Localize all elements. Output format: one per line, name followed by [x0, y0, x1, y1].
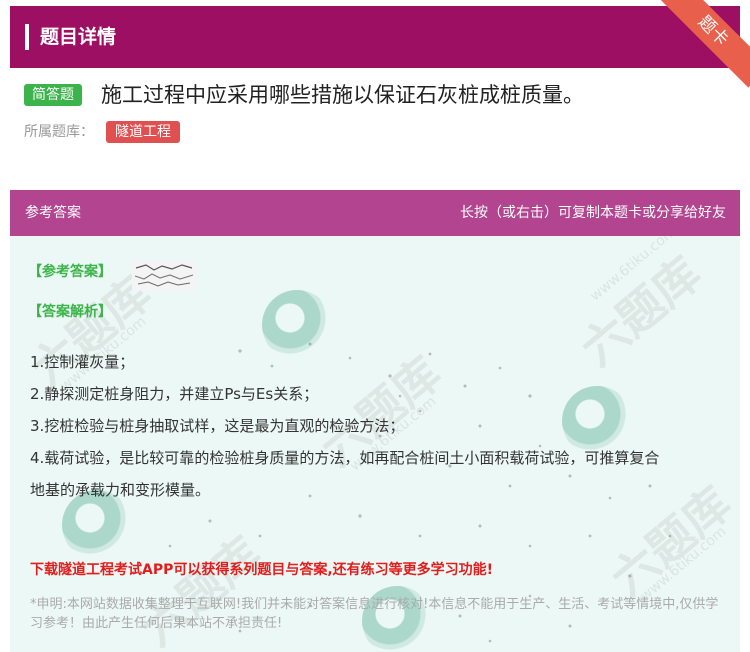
answer-header-title: 参考答案 [25, 205, 81, 221]
reference-answer-label: 【参考答案】 [28, 264, 112, 280]
share-hint: 长按（或右击）可复制本题卡或分享给好友 [460, 205, 726, 221]
answer-item: 3.挖桩检验与桩身抽取试样，这是最为直观的检验方法； [30, 417, 405, 435]
corner-ribbon: 题卡 [650, 0, 750, 88]
answer-item: 4.载荷试验，是比较可靠的检验桩身质量的方法，如再配合桩间土小面积载荷试验，可推… [30, 449, 660, 467]
answer-body: 六题库 六题库 六题库 六题库 六题库 www.6tiku.com www.6t… [10, 236, 740, 652]
page-header: 题目详情 [10, 6, 740, 68]
answer-item: 1.控制灌灰量； [30, 353, 135, 371]
question-type-badge: 简答题 [24, 84, 82, 106]
analysis-label: 【答案解析】 [28, 304, 112, 320]
disclaimer: *申明:本网站数据收集整理于互联网!我们并未能对答案信息进行核对!本信息不能用于… [30, 597, 719, 631]
answer-image [132, 260, 196, 290]
decorative-dots [168, 342, 672, 643]
ribbon-label: 题卡 [656, 0, 750, 88]
answer-header: 参考答案 长按（或右击）可复制本题卡或分享给好友 [10, 190, 740, 236]
header-accent-bar [25, 24, 29, 50]
bank-label: 所属题库： [24, 124, 94, 140]
answer-item: 2.静探测定桩身阻力，并建立Ps与Es关系； [30, 385, 319, 403]
app-download-link[interactable]: 下载隧道工程考试APP可以获得系列题目与答案,还有练习等更多学习功能! [30, 558, 493, 582]
bank-tag[interactable]: 隧道工程 [106, 121, 180, 143]
question-text: 施工过程中应采用哪些措施以保证石灰桩成桩质量。 [101, 83, 584, 107]
page-title: 题目详情 [40, 26, 117, 48]
answer-item: 地基的承载力和变形模量。 [30, 481, 211, 499]
